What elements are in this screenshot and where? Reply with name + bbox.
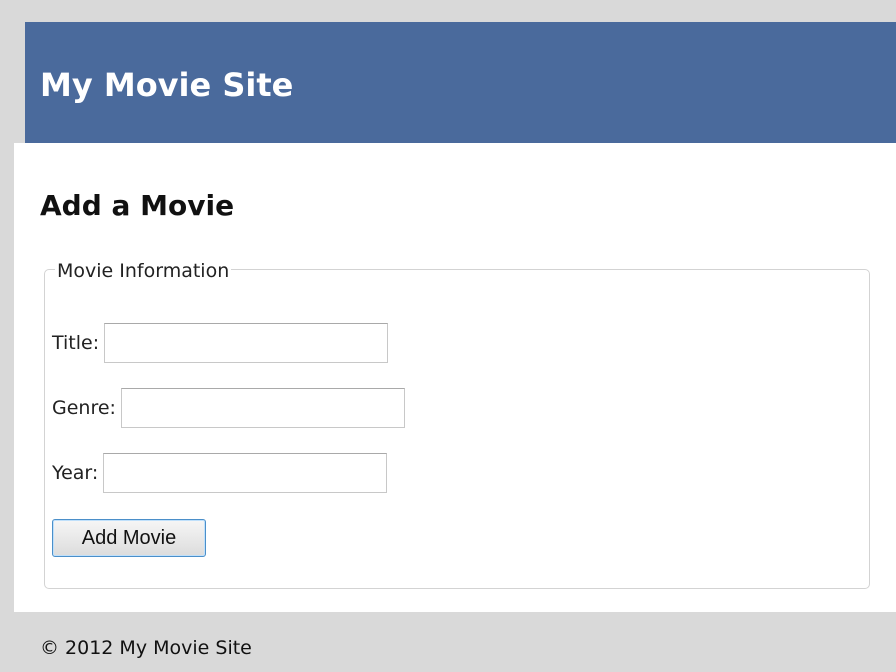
site-header: My Movie Site [25,22,896,143]
fieldset-legend: Movie Information [55,260,232,282]
year-input[interactable] [103,453,388,493]
title-row: Title: [52,323,389,363]
main-content: Add a Movie Movie Information Title: Gen… [14,143,896,612]
page-title: Add a Movie [40,189,235,222]
title-label: Title: [52,332,100,354]
site-title[interactable]: My Movie Site [40,66,293,104]
title-input[interactable] [104,323,389,363]
page: My Movie Site Add a Movie Movie Informat… [0,0,896,672]
year-row: Year: [52,453,388,493]
genre-row: Genre: [52,388,405,428]
genre-input[interactable] [120,388,405,428]
genre-label: Genre: [52,397,116,419]
footer-copyright: © 2012 My Movie Site [40,637,252,659]
movie-information-fieldset: Movie Information Title: Genre: Year: Ad… [44,260,870,589]
add-movie-button[interactable]: Add Movie [52,519,206,557]
year-label: Year: [52,462,99,484]
